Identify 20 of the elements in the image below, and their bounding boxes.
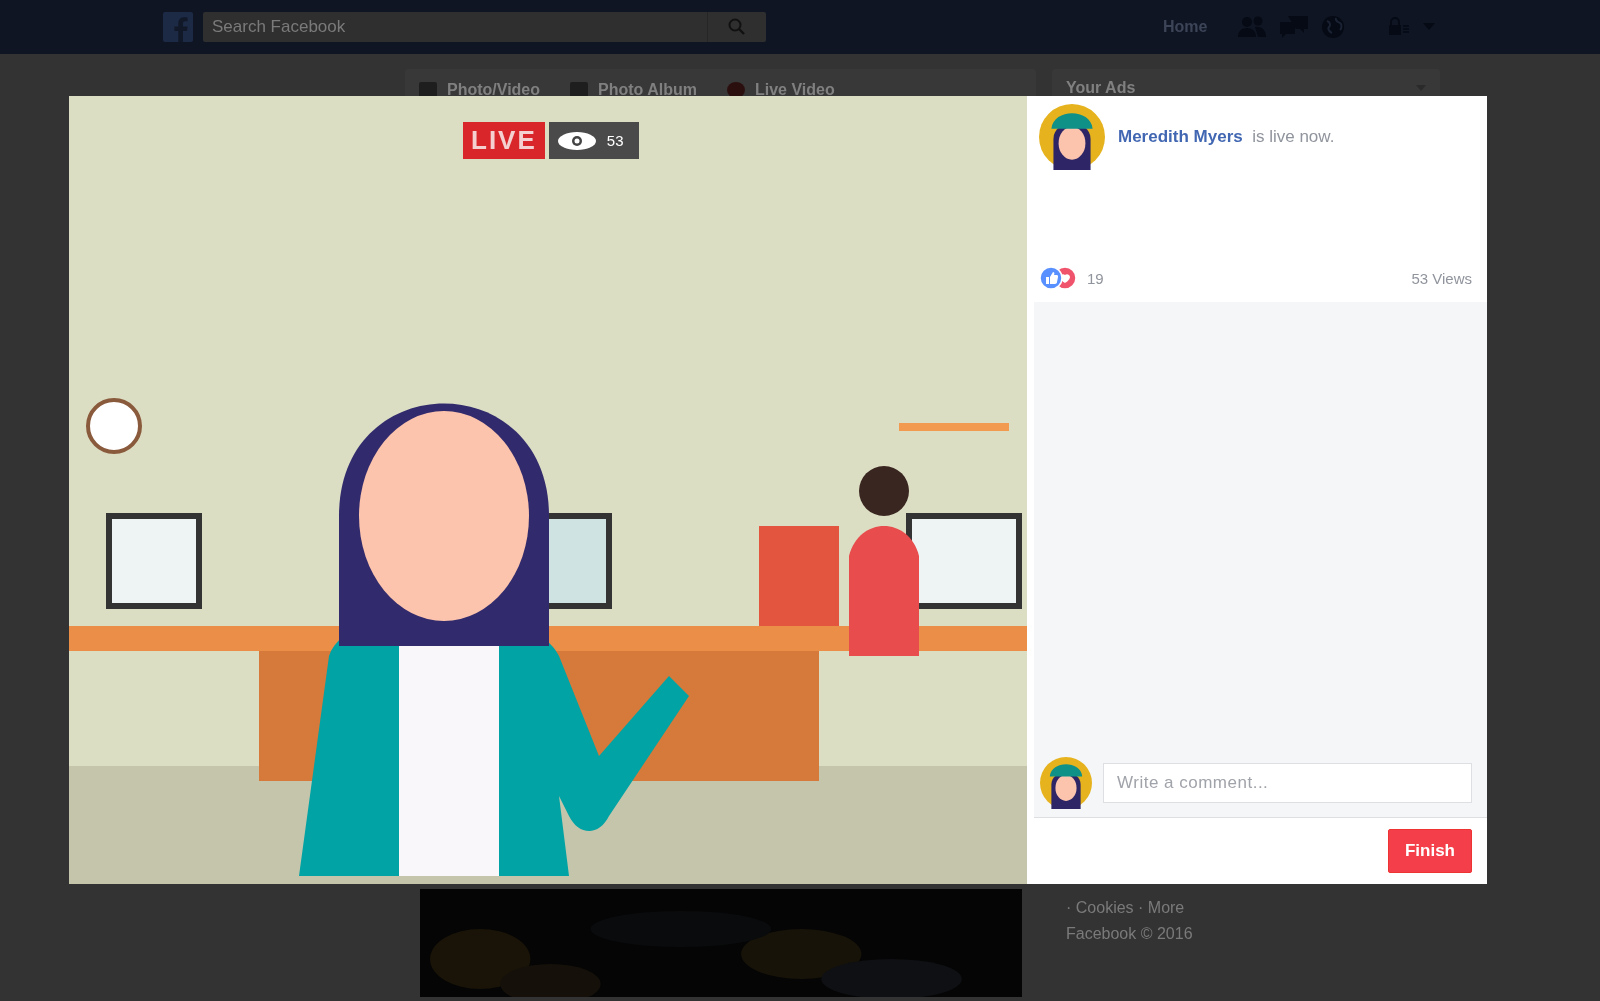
reaction-count: 19 — [1087, 269, 1104, 287]
avatar-icon — [1039, 104, 1105, 170]
footer-links: · Cookies · More — [1066, 899, 1186, 917]
avatar-icon — [1040, 757, 1092, 809]
live-status-text: Meredith Myers is live now. — [1118, 127, 1335, 147]
viewer-number: 53 — [606, 132, 624, 149]
globe-icon[interactable] — [1321, 15, 1346, 39]
ads-title: Your Ads — [1066, 79, 1136, 97]
logo-icon[interactable] — [163, 12, 193, 42]
search-icon[interactable] — [728, 18, 746, 36]
comment-field[interactable]: Write a comment... — [1103, 763, 1472, 803]
eye-icon — [556, 130, 597, 151]
view-count: 53 Views — [1411, 269, 1472, 287]
copyright-text: Facebook © 2016 — [1066, 925, 1194, 943]
live-badge: LIVE — [463, 122, 545, 159]
host-name-link[interactable]: Meredith Myers — [1118, 127, 1243, 146]
search-button[interactable] — [707, 12, 766, 42]
search-field[interactable]: Search Facebook — [203, 12, 707, 42]
finish-button[interactable]: Finish — [1387, 829, 1472, 873]
reactions-icon[interactable] — [1039, 266, 1079, 290]
